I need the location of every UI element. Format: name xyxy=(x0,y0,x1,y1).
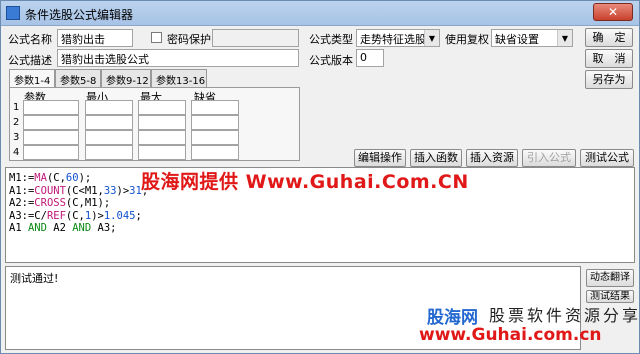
param-min-cell[interactable] xyxy=(85,100,133,115)
tab-params-5-8[interactable]: 参数5-8 xyxy=(55,69,101,87)
watermark-slogan: 股票软件资源分享 xyxy=(489,306,640,325)
param-row-index: 4 xyxy=(13,147,20,158)
app-icon xyxy=(6,6,20,20)
param-name-cell[interactable] xyxy=(23,115,79,130)
formula-version-input[interactable]: 0 xyxy=(356,49,384,67)
watermark-url: www.Guhai.com.cn xyxy=(419,325,602,345)
formula-name-input[interactable]: 猎豹出击 xyxy=(57,29,133,47)
param-name-cell[interactable] xyxy=(23,130,79,145)
insert-resource-button[interactable]: 插入资源 xyxy=(466,149,518,167)
param-min-cell[interactable] xyxy=(85,130,133,145)
password-protect-checkbox[interactable] xyxy=(151,32,162,43)
param-row-index: 3 xyxy=(13,132,20,143)
formula-version-label: 公式版本 xyxy=(309,54,353,67)
formula-type-value: 走势特征选股 xyxy=(360,33,426,46)
output-message: 测试通过! xyxy=(10,272,59,285)
formula-type-select[interactable]: 走势特征选股 ▼ xyxy=(356,29,440,47)
param-default-cell[interactable] xyxy=(191,100,239,115)
import-formula-button: 引入公式 xyxy=(522,149,576,167)
title-bar[interactable]: 条件选股公式编辑器 ✕ xyxy=(1,1,639,26)
param-default-cell[interactable] xyxy=(191,145,239,160)
formula-name-label: 公式名称 xyxy=(8,33,52,46)
restore-select[interactable]: 缺省设置 ▼ xyxy=(491,29,573,47)
tab-params-9-12[interactable]: 参数9-12 xyxy=(101,69,151,87)
param-row-index: 1 xyxy=(13,102,20,113)
password-protect-label: 密码保护 xyxy=(167,33,211,46)
edit-operations-button[interactable]: 编辑操作 xyxy=(354,149,406,167)
cancel-button[interactable]: 取 消 xyxy=(585,49,633,68)
formula-type-label: 公式类型 xyxy=(309,33,353,46)
param-max-cell[interactable] xyxy=(138,130,186,145)
formula-desc-label: 公式描述 xyxy=(8,54,52,67)
code-line: A3:=C/REF(C,1)>1.045; xyxy=(9,209,142,222)
save-as-button[interactable]: 另存为 xyxy=(585,70,633,89)
watermark-banner: 股海网提供 Www.Guhai.Com.CN xyxy=(141,171,469,193)
chevron-down-icon: ▼ xyxy=(424,30,439,46)
param-max-cell[interactable] xyxy=(138,100,186,115)
param-default-cell[interactable] xyxy=(191,115,239,130)
dynamic-translate-button[interactable]: 动态翻译 xyxy=(586,269,634,287)
param-panel: 参数 最小 最大 缺省 1 2 3 4 xyxy=(9,87,300,161)
formula-desc-input[interactable]: 猎豹出击选股公式 xyxy=(57,49,299,67)
restore-value: 缺省设置 xyxy=(495,33,539,46)
param-min-cell[interactable] xyxy=(85,145,133,160)
tab-params-13-16[interactable]: 参数13-16 xyxy=(151,69,207,87)
param-max-cell[interactable] xyxy=(138,145,186,160)
param-max-cell[interactable] xyxy=(138,115,186,130)
restore-label: 使用复权 xyxy=(445,33,489,46)
test-formula-button[interactable]: 测试公式 xyxy=(580,149,634,167)
param-min-cell[interactable] xyxy=(85,115,133,130)
code-line: A1 AND A2 AND A3; xyxy=(9,222,117,234)
formula-editor-window: 条件选股公式编辑器 ✕ 公式名称 猎豹出击 密码保护 公式类型 走势特征选股 ▼… xyxy=(0,0,640,354)
param-name-cell[interactable] xyxy=(23,100,79,115)
param-name-cell[interactable] xyxy=(23,145,79,160)
password-input xyxy=(212,29,299,47)
window-title: 条件选股公式编辑器 xyxy=(25,8,134,22)
confirm-button[interactable]: 确 定 xyxy=(585,28,633,47)
param-default-cell[interactable] xyxy=(191,130,239,145)
param-row-index: 2 xyxy=(13,117,20,128)
tab-params-1-4[interactable]: 参数1-4 xyxy=(9,69,55,88)
insert-function-button[interactable]: 插入函数 xyxy=(410,149,462,167)
close-button[interactable]: ✕ xyxy=(593,3,633,21)
code-line: A2:=CROSS(C,M1); xyxy=(9,197,111,209)
chevron-down-icon: ▼ xyxy=(557,30,572,46)
